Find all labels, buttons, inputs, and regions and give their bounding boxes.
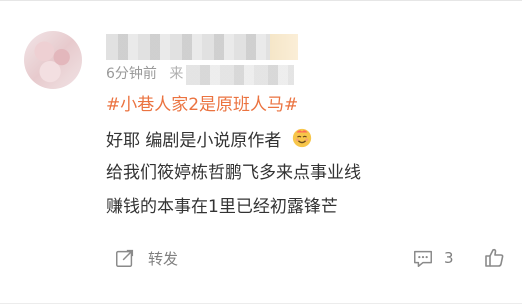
comment-button[interactable]: 3: [412, 246, 454, 270]
comment-line-1: 好耶 编剧是小说原作者: [106, 127, 313, 153]
comment-card: 6分钟前 来 #小巷人家2是原班人马# 好耶 编剧是小说原作者 给我们筱婷栋哲鹏…: [0, 0, 522, 304]
share-icon: [116, 249, 134, 267]
share-label: 转发: [148, 249, 179, 268]
avatar[interactable]: [24, 31, 82, 89]
source-blurred: [186, 65, 294, 85]
user-badge: [270, 34, 298, 60]
comment-icon: [414, 250, 432, 267]
share-button[interactable]: 转发: [114, 246, 178, 270]
comment-line-1-text: 好耶 编剧是小说原作者: [106, 131, 282, 151]
comment-line-3: 赚钱的本事在1里已经初露锋芒: [106, 197, 338, 217]
comment-source-partial: 来: [169, 66, 184, 82]
thumbs-up-icon: [485, 248, 504, 267]
comment-count: 3: [444, 249, 454, 267]
comment-time: 6分钟前: [106, 66, 157, 82]
hashtag-link[interactable]: #小巷人家2是原班人马#: [106, 93, 298, 117]
comment-line-2: 给我们筱婷栋哲鹏飞多来点事业线: [106, 163, 361, 183]
username-blurred[interactable]: [106, 34, 270, 60]
like-button[interactable]: [482, 246, 506, 270]
hug-face-emoji-icon: [292, 128, 311, 148]
comment-meta: 6分钟前 来: [106, 64, 183, 84]
